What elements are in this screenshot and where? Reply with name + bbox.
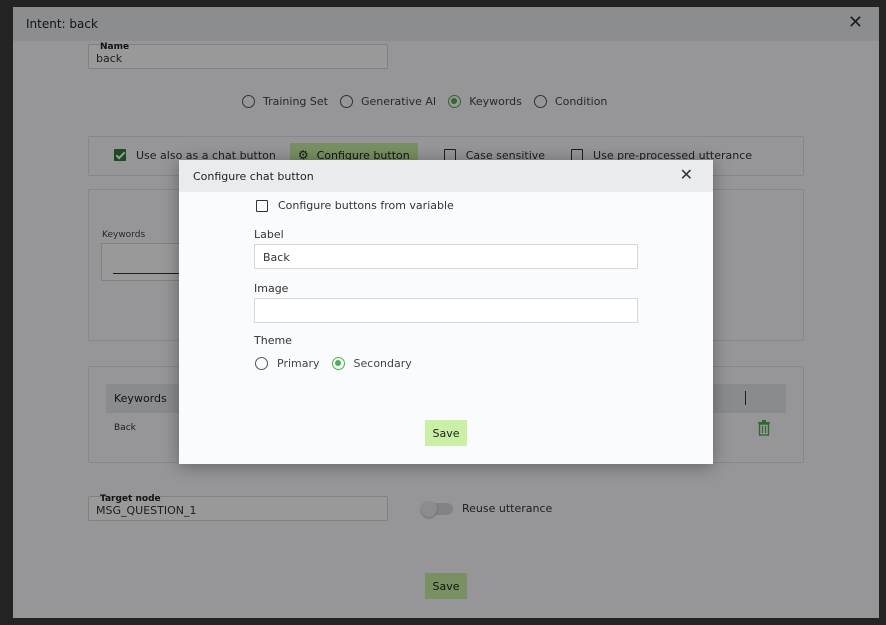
configure-chat-button-modal: Configure chat button ✕ Configure button…: [179, 160, 713, 464]
modal-title: Configure chat button: [193, 170, 314, 183]
radio-secondary-label: Secondary: [353, 357, 412, 370]
radio-secondary[interactable]: Secondary: [331, 357, 412, 370]
radio-circle[interactable]: [255, 357, 268, 370]
modal-header: Configure chat button ✕: [179, 160, 713, 192]
label-field-label: Label: [254, 228, 284, 241]
modal-save-button[interactable]: Save: [425, 420, 467, 446]
image-field-label: Image: [254, 282, 289, 295]
theme-radio-group: Primary Secondary: [255, 357, 424, 370]
radio-circle-selected[interactable]: [331, 357, 345, 370]
radio-primary-label: Primary: [277, 357, 320, 370]
radio-primary[interactable]: Primary: [255, 357, 320, 370]
from-variable-label: Configure buttons from variable: [278, 199, 454, 212]
image-input[interactable]: [254, 298, 638, 323]
theme-label: Theme: [254, 334, 292, 347]
from-variable-checkbox[interactable]: [256, 199, 268, 212]
label-input[interactable]: Back: [254, 244, 638, 269]
from-variable-option[interactable]: Configure buttons from variable: [256, 199, 454, 212]
label-input-value: Back: [263, 251, 290, 264]
close-icon[interactable]: ✕: [680, 167, 693, 183]
